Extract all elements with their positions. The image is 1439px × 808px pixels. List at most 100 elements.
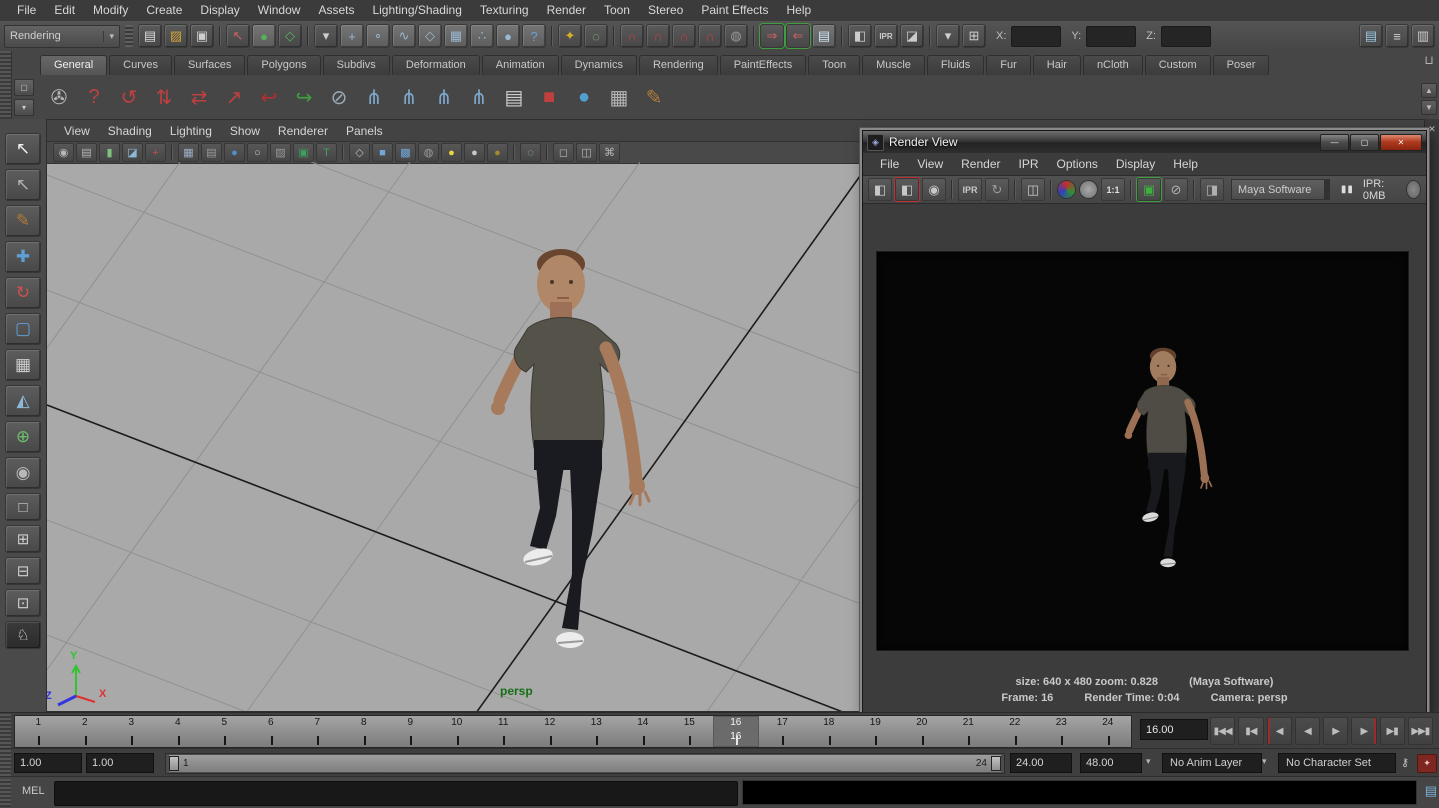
camera-pan-icon[interactable]: ⇅	[149, 82, 179, 112]
step-forward-key-button[interactable]: ▶	[1351, 717, 1376, 745]
tl-cell[interactable]: 23	[1038, 716, 1085, 747]
assign-shader-icon[interactable]: ●	[569, 82, 599, 112]
current-time-field[interactable]	[1140, 719, 1208, 740]
animation-start-field[interactable]	[14, 753, 82, 773]
open-render-settings-icon[interactable]: ◨	[1200, 178, 1224, 201]
tl-cell[interactable]: 4	[155, 716, 202, 747]
rv-menu-file[interactable]: File	[871, 157, 908, 171]
hypergraph-node-icon[interactable]: ⋔	[429, 82, 459, 112]
xray-icon[interactable]: ◻	[553, 143, 574, 162]
shelf-item-button[interactable]: ▢	[14, 79, 34, 96]
move-tool[interactable]: ✚	[5, 241, 41, 273]
menu-render[interactable]: Render	[538, 0, 595, 21]
hypergraph-node-icon[interactable]: ⋔	[464, 82, 494, 112]
maximize-button[interactable]: ▢	[1350, 134, 1379, 151]
poly-group-icon[interactable]: ▦	[604, 82, 634, 112]
channel-box-toggle-icon[interactable]: ▥	[1411, 24, 1435, 48]
refresh-ipr-icon[interactable]: ↻	[985, 178, 1009, 201]
paint-effects-brush-icon[interactable]: ✎	[639, 82, 669, 112]
tl-cell[interactable]: 9	[387, 716, 434, 747]
all-lights-icon[interactable]: ●	[464, 143, 485, 162]
mask-surfaces-icon[interactable]: ◇	[418, 24, 442, 48]
command-grip[interactable]	[0, 779, 11, 807]
safe-action-icon[interactable]: ▣	[293, 143, 314, 162]
tl-cell[interactable]: 2	[62, 716, 109, 747]
shelf-scroll-up-icon[interactable]: ▲	[1421, 83, 1437, 98]
tool-settings-toggle-icon[interactable]: ≡	[1385, 24, 1409, 48]
select-hierarchy-icon[interactable]: ↖	[226, 24, 250, 48]
renderer-dropdown[interactable]: Maya Software	[1231, 179, 1330, 200]
rv-menu-display[interactable]: Display	[1107, 157, 1164, 171]
tab-polygons[interactable]: Polygons	[247, 55, 320, 75]
mask-curves-icon[interactable]: ∿	[392, 24, 416, 48]
rv-menu-ipr[interactable]: IPR	[1010, 157, 1048, 171]
mel-label[interactable]: MEL	[22, 785, 45, 797]
delete-icon[interactable]: ⊘	[324, 82, 354, 112]
shelf-menu-button[interactable]: ▾	[14, 99, 34, 116]
play-backwards-button[interactable]: ◀	[1295, 717, 1320, 745]
z-coordinate-input[interactable]	[1161, 26, 1211, 47]
step-back-key-button[interactable]: ◀	[1267, 717, 1292, 745]
show-manipulator-tool[interactable]: ⊕	[5, 421, 41, 453]
panel-share-icon[interactable]: ⌘	[599, 143, 620, 162]
resolution-gate-icon[interactable]: ●	[224, 143, 245, 162]
x-coordinate-input[interactable]	[1011, 26, 1061, 47]
auto-keyframe-toggle[interactable]: ✦	[1417, 754, 1437, 773]
anim-layer-dropdown[interactable]: No Anim Layer	[1162, 753, 1262, 773]
menu-stereo[interactable]: Stereo	[639, 0, 692, 21]
script-output-field[interactable]	[742, 780, 1417, 805]
use-default-material-icon[interactable]: ◍	[418, 143, 439, 162]
menu-display[interactable]: Display	[191, 0, 248, 21]
rv-menu-render[interactable]: Render	[952, 157, 1009, 171]
tl-cell[interactable]: 13	[573, 716, 620, 747]
render-icon[interactable]: ◧	[868, 178, 892, 201]
redo-previous-render-icon[interactable]: ◧	[895, 178, 919, 201]
keep-image-icon[interactable]: ▣	[1137, 178, 1161, 201]
playback-end-field[interactable]	[1010, 753, 1072, 773]
timeline-grip[interactable]	[0, 714, 11, 748]
layout-single-pane-button[interactable]: □	[5, 493, 41, 521]
set-driven-key-icon[interactable]: ■	[534, 82, 564, 112]
camera-attributes-icon[interactable]: ▤	[76, 143, 97, 162]
mask-misc-icon[interactable]: ?	[522, 24, 546, 48]
tab-rendering[interactable]: Rendering	[639, 55, 718, 75]
tab-deformation[interactable]: Deformation	[392, 55, 480, 75]
go-to-end-button[interactable]: ▶▶▮	[1408, 717, 1433, 745]
hypergraph-node-icon[interactable]: ⋔	[394, 82, 424, 112]
hypergraph-window-icon[interactable]: ▤	[499, 82, 529, 112]
tl-cell[interactable]: 10	[434, 716, 481, 747]
rv-menu-help[interactable]: Help	[1164, 157, 1207, 171]
rv-menu-view[interactable]: View	[908, 157, 952, 171]
range-grip[interactable]	[0, 750, 11, 776]
snap-to-points-icon[interactable]: ∩	[672, 24, 696, 48]
vp-menu-lighting[interactable]: Lighting	[161, 124, 221, 138]
mask-handles-icon[interactable]: +	[340, 24, 364, 48]
menu-modify[interactable]: Modify	[84, 0, 137, 21]
tl-cell[interactable]: 5	[201, 716, 248, 747]
tl-cell[interactable]: 17	[759, 716, 806, 747]
bookmark-icon[interactable]: ▮	[99, 143, 120, 162]
tl-cell[interactable]: 24	[1085, 716, 1132, 747]
lock-selection-icon[interactable]: ✦	[558, 24, 582, 48]
minimize-button[interactable]: —	[1320, 134, 1349, 151]
animation-end-field[interactable]	[1080, 753, 1142, 773]
universal-manipulator-tool[interactable]: ▦	[5, 349, 41, 381]
go-to-start-button[interactable]: ▮◀◀	[1210, 717, 1235, 745]
tl-cell[interactable]: 6	[248, 716, 295, 747]
open-scene-icon[interactable]: ▨	[164, 24, 188, 48]
tl-cell[interactable]: 15	[666, 716, 713, 747]
menu-texturing[interactable]: Texturing	[471, 0, 538, 21]
ipr-render-icon[interactable]: IPR	[958, 178, 982, 201]
trash-icon[interactable]: ⊔	[1424, 53, 1433, 67]
tl-cell[interactable]: 12	[527, 716, 574, 747]
soft-modification-tool[interactable]: ◭	[5, 385, 41, 417]
ipr-render-icon[interactable]: IPR	[874, 24, 898, 48]
rgb-channels-icon[interactable]	[1057, 180, 1076, 199]
grid-icon[interactable]: ▦	[178, 143, 199, 162]
tl-cell[interactable]: 21	[945, 716, 992, 747]
tl-cell[interactable]: 3	[108, 716, 155, 747]
vp-menu-view[interactable]: View	[55, 124, 99, 138]
camera-fly-icon[interactable]: ↗	[219, 82, 249, 112]
snapshot-icon[interactable]: ◉	[922, 178, 946, 201]
wireframe-icon[interactable]: ◇	[349, 143, 370, 162]
